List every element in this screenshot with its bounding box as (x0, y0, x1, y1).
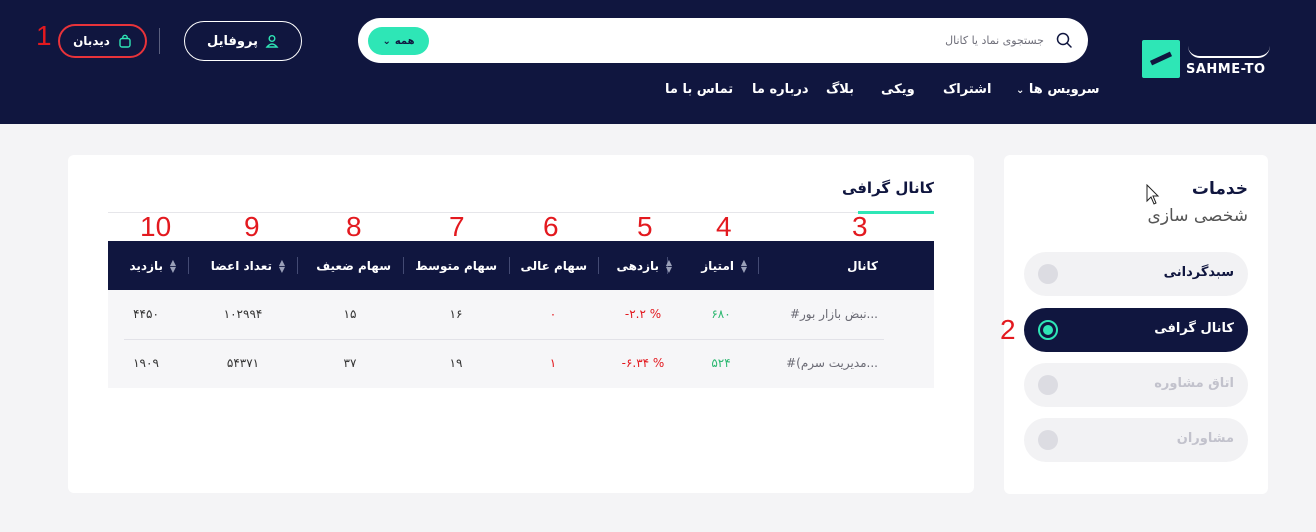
tab-channel-graphy[interactable]: کانال گرافی (842, 179, 934, 197)
search-filter-label: همه (394, 35, 415, 47)
column-divider (598, 257, 599, 274)
column-header-channel: کانال (847, 258, 878, 273)
members-value: ۱۰۲۹۹۴ (223, 307, 263, 321)
column-divider (188, 257, 189, 274)
sidebar-title: خدمات (1191, 179, 1248, 199)
column-divider (403, 257, 404, 274)
column-divider (509, 257, 510, 274)
channel-name[interactable]: #نبض بازار بور... (758, 290, 878, 339)
nav-item-subscription[interactable]: اشتراک (943, 82, 991, 102)
sidebar-item-advisors: مشاوران (1024, 418, 1248, 462)
annotation-1: 1 (36, 20, 52, 51)
weak-stocks-value: ۱۵ (343, 307, 357, 321)
return-value: -۶.۳۴ % (621, 356, 665, 370)
annotation-4: 4 (716, 211, 732, 242)
radio-icon (1038, 375, 1058, 395)
score-value: ۵۲۴ (711, 356, 731, 370)
mouse-cursor-icon (1146, 184, 1160, 205)
column-header-views[interactable]: بازدید ▲ ▼ (129, 241, 177, 290)
sidebar-item-channel-graphy[interactable]: کانال گرافی (1024, 308, 1248, 352)
nav-item-wiki[interactable]: ویکی (881, 82, 915, 102)
score-value: ۶۸۰ (711, 307, 731, 321)
row-divider (124, 339, 884, 340)
channel-graphy-panel: کانال گرافی 3 4 5 6 7 8 9 10 کانال امتیا… (68, 155, 974, 493)
medium-stocks-value: ۱۶ (449, 307, 463, 321)
nav-item-services[interactable]: ⌄ سرویس ها (1016, 82, 1100, 102)
user-icon (265, 35, 279, 48)
channel-name[interactable]: #(مدیریت سرم... (758, 339, 878, 388)
annotation-9: 9 (244, 211, 260, 242)
annotation-2: 2 (1000, 314, 1016, 345)
sort-icon[interactable]: ▲ ▼ (740, 258, 748, 273)
annotation-8: 8 (346, 211, 362, 242)
chevron-down-icon: ⌄ (1016, 85, 1025, 96)
table-row[interactable]: #(مدیریت سرم... ۵۲۴ -۶.۳۴ % ۱ ۱۹ ۳۷ ۵۴۳۷… (108, 339, 934, 388)
site-header: SAHME-TO ⌄ همه ⌄ سرویس ها اشتراک ویکی بل… (0, 0, 1316, 124)
return-value: -۲.۲ % (624, 307, 662, 321)
annotation-10: 10 (140, 211, 172, 242)
logo-mark-icon (1142, 40, 1180, 78)
watchlist-button[interactable]: دیدبان (58, 24, 147, 58)
annotation-5: 5 (637, 211, 653, 242)
table-row[interactable]: #نبض بازار بور... ۶۸۰ -۲.۲ % ۰ ۱۶ ۱۵ ۱۰۲… (108, 290, 934, 339)
profile-button-label: پروفایل (207, 33, 258, 49)
radio-icon (1038, 264, 1058, 284)
radio-selected-icon (1038, 320, 1058, 340)
profile-button[interactable]: پروفایل (184, 21, 302, 61)
sidebar-item-label: سبدگردانی (1163, 265, 1234, 280)
logo[interactable]: SAHME-TO (1142, 40, 1272, 80)
views-value: ۱۹۰۹ (133, 356, 159, 370)
annotation-6: 6 (543, 211, 559, 242)
search-filter-dropdown[interactable]: ⌄ همه (368, 27, 429, 55)
tab-divider (108, 212, 934, 213)
search-bar[interactable]: ⌄ همه (358, 18, 1088, 63)
sort-icon[interactable]: ▲ ▼ (278, 258, 286, 273)
sidebar-item-label: کانال گرافی (1154, 321, 1234, 336)
sidebar-item-label: اتاق مشاوره (1154, 376, 1234, 391)
header-divider (159, 28, 160, 54)
sidebar-item-consulting-room: اتاق مشاوره (1024, 363, 1248, 407)
nav-item-contact[interactable]: تماس با ما (665, 82, 733, 102)
search-input[interactable] (484, 18, 1044, 63)
annotation-3: 3 (852, 211, 868, 242)
sort-icon[interactable]: ▲ ▼ (169, 258, 177, 273)
tab-active-indicator (858, 211, 934, 214)
sidebar-item-portfolio-management[interactable]: سبدگردانی (1024, 252, 1248, 296)
bag-icon (119, 34, 131, 48)
column-header-weak-stocks: سهام ضعیف (316, 258, 391, 273)
radio-icon (1038, 430, 1058, 450)
chevron-down-icon: ⌄ (382, 35, 391, 47)
nav-item-about[interactable]: درباره ما (752, 82, 809, 102)
nav-item-blog[interactable]: بلاگ (826, 82, 854, 102)
sidebar-subtitle: شخصی سازی (1147, 206, 1248, 226)
logo-wordmark-shape (1188, 40, 1270, 58)
column-header-excellent-stocks: سهام عالی (520, 258, 587, 273)
column-header-score[interactable]: امتیاز ▲ ▼ (701, 241, 748, 290)
sidebar-item-label: مشاوران (1176, 431, 1234, 446)
search-icon[interactable] (1056, 32, 1072, 48)
column-divider (297, 257, 298, 274)
members-value: ۵۴۳۷۱ (226, 356, 260, 370)
medium-stocks-value: ۱۹ (449, 356, 463, 370)
column-divider (758, 257, 759, 274)
column-header-return[interactable]: بازدهی ▲ ▼ (616, 241, 673, 290)
sort-icon[interactable]: ▲ ▼ (665, 258, 673, 273)
column-header-members[interactable]: تعداد اعضا ▲ ▼ (211, 241, 286, 290)
weak-stocks-value: ۳۷ (343, 356, 357, 370)
logo-text: SAHME-TO (1186, 62, 1266, 77)
excellent-stocks-value: ۰ (549, 307, 557, 321)
services-sidebar: خدمات شخصی سازی سبدگردانی کانال گرافی ات… (1004, 155, 1268, 494)
views-value: ۴۴۵۰ (133, 307, 159, 321)
nav-item-label: سرویس ها (1028, 82, 1100, 97)
annotation-7: 7 (449, 211, 465, 242)
watchlist-button-label: دیدبان (73, 34, 110, 48)
table-header: کانال امتیاز ▲ ▼ بازدهی ▲ ▼ سهام عالی سهام… (108, 241, 934, 290)
column-header-medium-stocks: سهام متوسط (415, 258, 497, 273)
excellent-stocks-value: ۱ (549, 356, 557, 370)
